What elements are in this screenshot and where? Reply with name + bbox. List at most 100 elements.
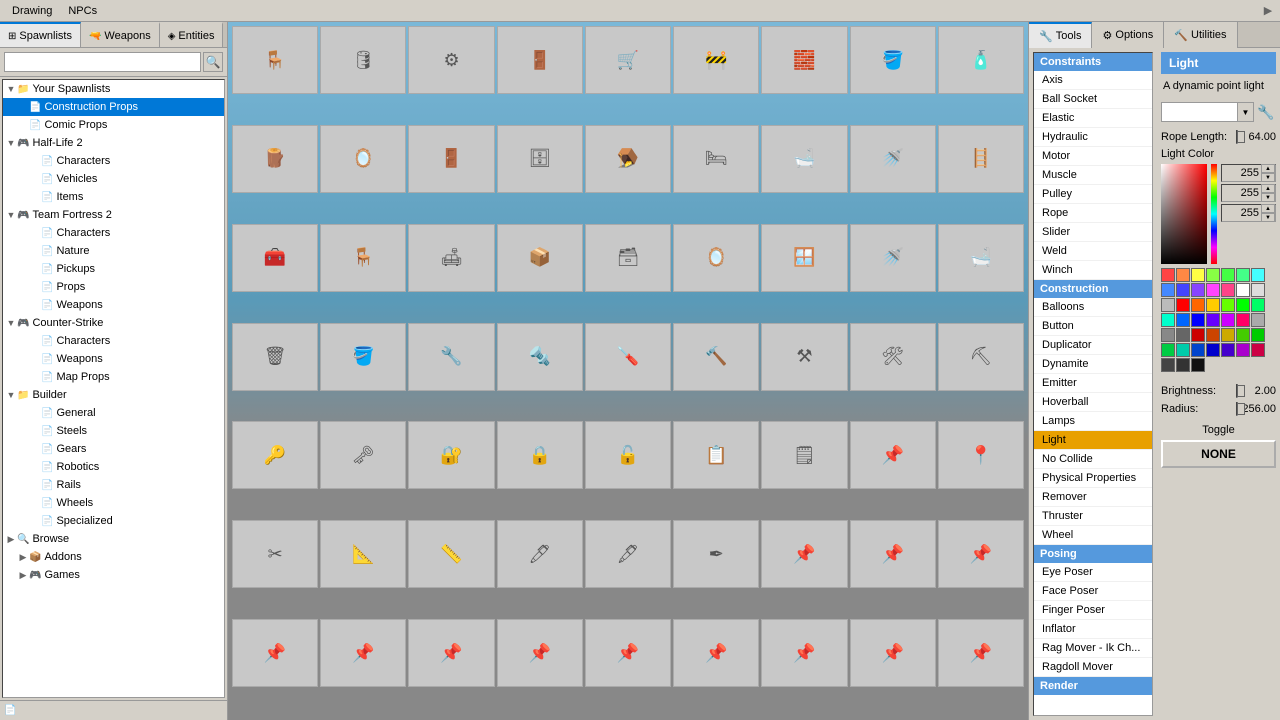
grid-item-1[interactable]: 🛢 [320,26,406,94]
tree-item-hl2-items[interactable]: 📄Items [3,188,224,206]
tree-item-tf2-pickups[interactable]: 📄Pickups [3,260,224,278]
swatch-31[interactable] [1206,328,1220,342]
grid-item-33[interactable]: ⚒ [761,323,847,391]
tree-item-cs-weapons[interactable]: 📄Weapons [3,350,224,368]
grid-item-25[interactable]: 🚿 [850,224,936,292]
tab-weapons[interactable]: 🔫Weapons [81,22,160,48]
swatch-36[interactable] [1176,343,1190,357]
swatch-1[interactable] [1176,268,1190,282]
swatch-8[interactable] [1176,283,1190,297]
swatch-26[interactable] [1236,313,1250,327]
rgb-b-up[interactable]: ▲ [1261,204,1275,213]
rope-length-slider[interactable] [1236,130,1238,144]
tool-item-rag-mover---ik-ch[interactable]: Rag Mover - Ik Ch... [1034,639,1152,658]
tool-item-weld[interactable]: Weld [1034,242,1152,261]
brightness-slider[interactable] [1236,384,1238,398]
swatch-4[interactable] [1221,268,1235,282]
tool-item-hydraulic[interactable]: Hydraulic [1034,128,1152,147]
grid-item-34[interactable]: 🛠 [850,323,936,391]
tree-toggle-builder-general[interactable] [29,408,41,418]
swatch-35[interactable] [1161,343,1175,357]
tree-toggle-tf2-characters[interactable] [29,228,41,238]
grid-item-0[interactable]: 🪑 [232,26,318,94]
tool-item-remover[interactable]: Remover [1034,488,1152,507]
swatch-42[interactable] [1161,358,1175,372]
tool-item-lamps[interactable]: Lamps [1034,412,1152,431]
grid-item-5[interactable]: 🚧 [673,26,759,94]
menu-drawing[interactable]: Drawing [4,3,60,19]
swatch-32[interactable] [1221,328,1235,342]
swatch-6[interactable] [1251,268,1265,282]
tree-item-tf2-weapons[interactable]: 📄Weapons [3,296,224,314]
tree-toggle-construction-props[interactable] [17,102,29,112]
swatch-19[interactable] [1236,298,1250,312]
swatch-2[interactable] [1191,268,1205,282]
tree-toggle-addons[interactable]: ▶ [17,552,29,563]
swatch-44[interactable] [1191,358,1205,372]
tree-toggle-comic-props[interactable] [17,120,29,130]
tree-item-tf2-characters[interactable]: 📄Characters [3,224,224,242]
tool-item-no-collide[interactable]: No Collide [1034,450,1152,469]
grid-item-15[interactable]: 🛁 [761,125,847,193]
tool-item-eye-poser[interactable]: Eye Poser [1034,563,1152,582]
grid-item-14[interactable]: 🛏 [673,125,759,193]
grid-item-24[interactable]: 🪟 [761,224,847,292]
grid-item-58[interactable]: 📌 [585,619,671,687]
grid-item-37[interactable]: 🗝 [320,421,406,489]
swatch-13[interactable] [1251,283,1265,297]
tool-item-physical-properties[interactable]: Physical Properties [1034,469,1152,488]
grid-item-22[interactable]: 🗃 [585,224,671,292]
tree-item-addons[interactable]: ▶📦Addons [3,548,224,566]
color-gradient[interactable] [1161,164,1207,264]
wrench-icon[interactable]: 🔧 [1256,102,1276,122]
swatch-5[interactable] [1236,268,1250,282]
swatch-17[interactable] [1206,298,1220,312]
tab-entities[interactable]: ◈Entities [160,22,224,48]
swatch-33[interactable] [1236,328,1250,342]
grid-item-56[interactable]: 📌 [408,619,494,687]
hue-slider[interactable] [1211,164,1217,264]
tree-toggle-builder-robotics[interactable] [29,462,41,472]
grid-item-4[interactable]: 🛒 [585,26,671,94]
tool-item-inflator[interactable]: Inflator [1034,620,1152,639]
grid-item-28[interactable]: 🪣 [320,323,406,391]
dropdown-arrow[interactable]: ▼ [1238,102,1254,122]
swatch-18[interactable] [1221,298,1235,312]
tree-item-cs-map-props[interactable]: 📄Map Props [3,368,224,386]
tree-item-hl2-characters[interactable]: 📄Characters [3,152,224,170]
grid-item-42[interactable]: 🗒 [761,421,847,489]
swatch-9[interactable] [1191,283,1205,297]
tree-item-tf2-nature[interactable]: 📄Nature [3,242,224,260]
tool-item-wheel[interactable]: Wheel [1034,526,1152,545]
grid-item-27[interactable]: 🗑 [232,323,318,391]
tree-item-team-fortress-2[interactable]: ▼🎮Team Fortress 2 [3,206,224,224]
grid-item-23[interactable]: 🪞 [673,224,759,292]
swatch-0[interactable] [1161,268,1175,282]
tree-toggle-builder-gears[interactable] [29,444,41,454]
tool-item-slider[interactable]: Slider [1034,223,1152,242]
rgb-b-input[interactable]: 255 ▲ ▼ [1221,204,1276,222]
tree-item-cs-characters[interactable]: 📄Characters [3,332,224,350]
swatch-16[interactable] [1191,298,1205,312]
grid-item-13[interactable]: 🪤 [585,125,671,193]
tree-item-tf2-props[interactable]: 📄Props [3,278,224,296]
grid-item-40[interactable]: 🔓 [585,421,671,489]
tree-toggle-tf2-weapons[interactable] [29,300,41,310]
swatch-34[interactable] [1251,328,1265,342]
swatch-20[interactable] [1251,298,1265,312]
tree-toggle-tf2-nature[interactable] [29,246,41,256]
grid-item-49[interactable]: 🖋 [585,520,671,588]
tree-view[interactable]: ▼📁Your Spawnlists 📄Construction Props 📄C… [2,79,225,698]
swatch-29[interactable] [1176,328,1190,342]
grid-item-35[interactable]: ⛏ [938,323,1024,391]
grid-item-6[interactable]: 🧱 [761,26,847,94]
tree-toggle-tf2-props[interactable] [29,282,41,292]
tree-item-builder-robotics[interactable]: 📄Robotics [3,458,224,476]
grid-item-17[interactable]: 🪜 [938,125,1024,193]
grid-item-12[interactable]: 🗄 [497,125,583,193]
grid-item-50[interactable]: ✒ [673,520,759,588]
swatch-3[interactable] [1206,268,1220,282]
tool-item-elastic[interactable]: Elastic [1034,109,1152,128]
tool-item-face-poser[interactable]: Face Poser [1034,582,1152,601]
grid-item-54[interactable]: 📌 [232,619,318,687]
